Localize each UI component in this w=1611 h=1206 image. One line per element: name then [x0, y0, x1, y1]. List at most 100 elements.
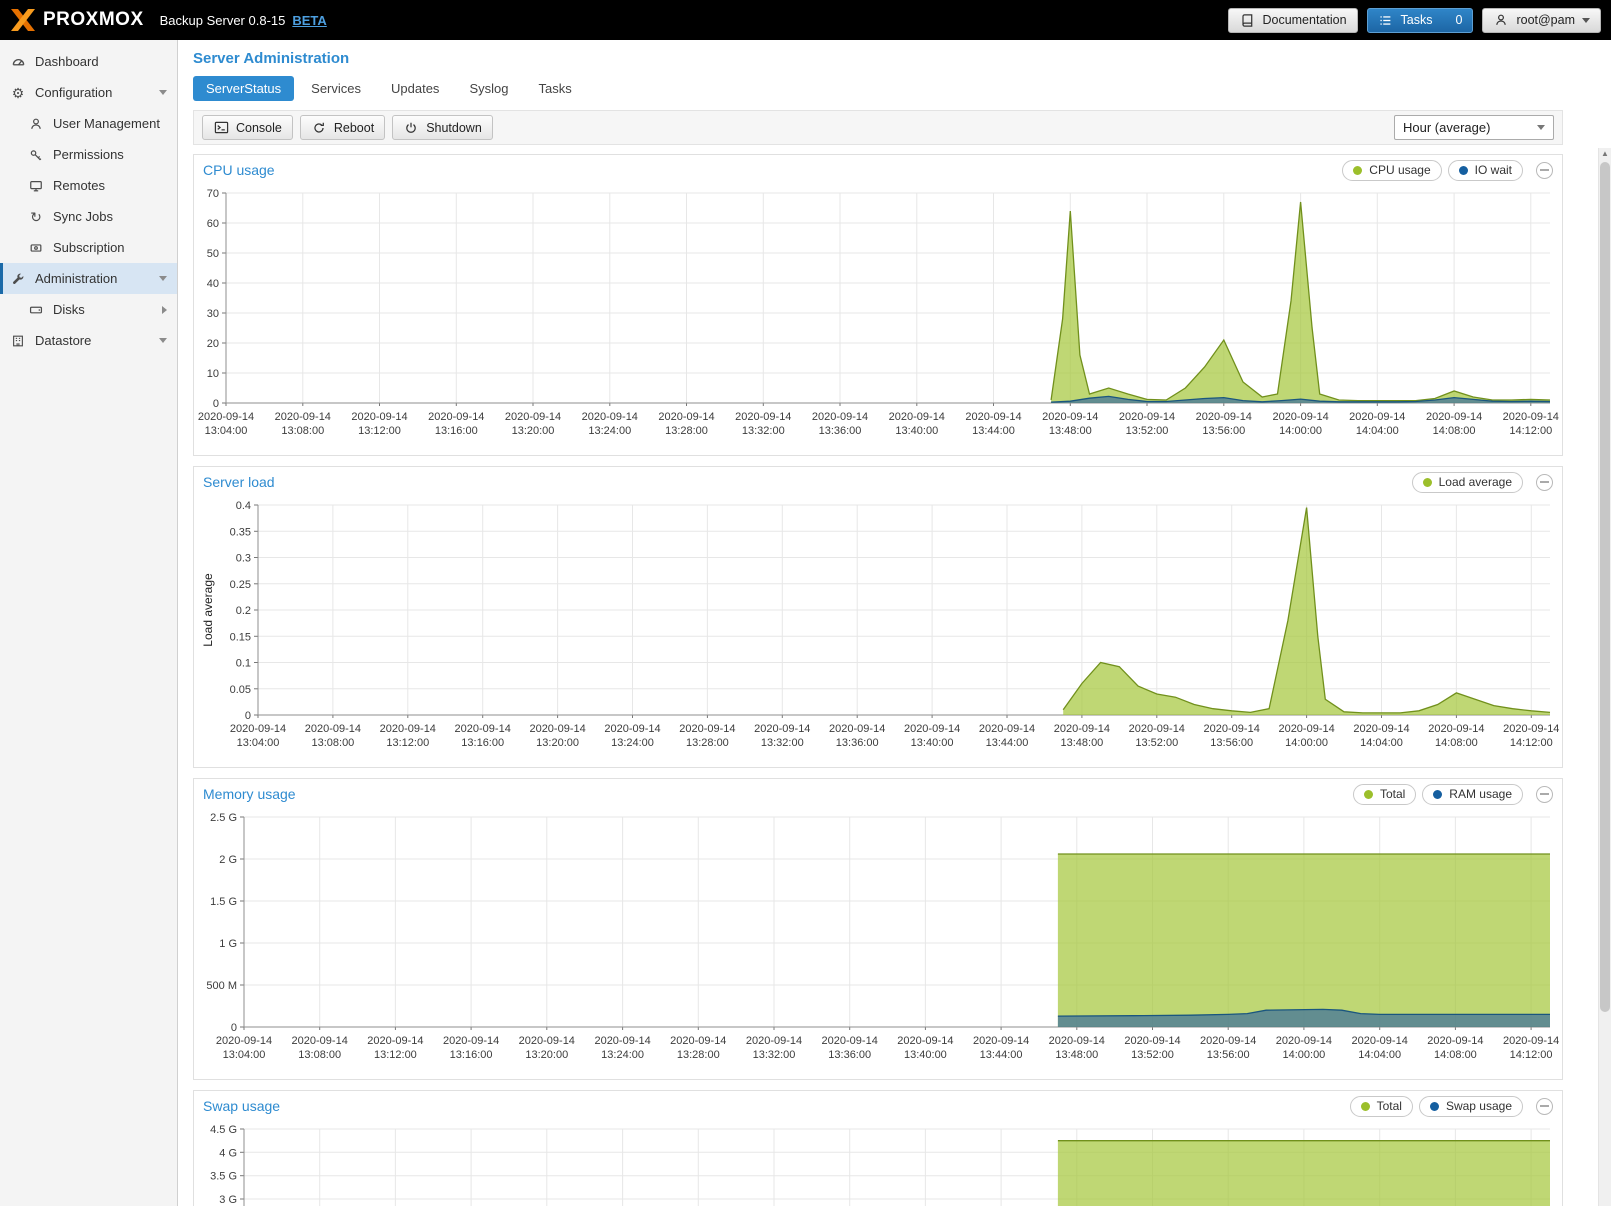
svg-text:2020-09-14: 2020-09-14	[1054, 723, 1110, 735]
sidebar: Dashboard ⚙ Configuration User Managemen…	[0, 40, 178, 1206]
svg-text:13:08:00: 13:08:00	[311, 737, 354, 749]
legend-dot	[1433, 790, 1442, 799]
legend-item-load-average[interactable]: Load average	[1412, 472, 1523, 493]
svg-text:2020-09-14: 2020-09-14	[529, 723, 585, 735]
collapse-panel-icon[interactable]	[1536, 1098, 1553, 1115]
legend: Total RAM usage	[1353, 784, 1553, 805]
svg-text:13:28:00: 13:28:00	[665, 425, 708, 437]
svg-text:13:28:00: 13:28:00	[686, 737, 729, 749]
svg-text:13:44:00: 13:44:00	[980, 1049, 1023, 1061]
legend-label: Swap usage	[1446, 1099, 1512, 1113]
svg-text:2020-09-14: 2020-09-14	[1204, 723, 1260, 735]
svg-text:14:04:00: 14:04:00	[1360, 737, 1403, 749]
scrollbar-thumb[interactable]	[1600, 162, 1610, 1012]
caret-right-icon[interactable]	[162, 306, 167, 314]
svg-text:2020-09-14: 2020-09-14	[455, 723, 511, 735]
legend-item-total[interactable]: Total	[1353, 784, 1416, 805]
panel-title: Swap usage	[203, 1098, 280, 1114]
scroll-up-arrow[interactable]: ▲	[1599, 149, 1611, 158]
svg-text:13:56:00: 13:56:00	[1207, 1049, 1250, 1061]
tachometer-icon	[10, 54, 26, 69]
svg-text:13:40:00: 13:40:00	[904, 1049, 947, 1061]
swap-usage-chart: 2020-09-1413:04:002020-09-1413:08:002020…	[194, 1121, 1560, 1206]
tab-syslog[interactable]: Syslog	[456, 76, 521, 101]
svg-text:13:24:00: 13:24:00	[601, 1049, 644, 1061]
legend-dot	[1361, 1102, 1370, 1111]
sidebar-item-configuration[interactable]: ⚙ Configuration	[0, 77, 177, 108]
svg-text:2020-09-14: 2020-09-14	[351, 411, 407, 423]
legend-label: RAM usage	[1449, 787, 1512, 801]
svg-text:2.5 G: 2.5 G	[210, 812, 237, 824]
sidebar-item-administration[interactable]: Administration	[0, 263, 177, 294]
wrench-icon	[10, 272, 26, 286]
sidebar-item-disks[interactable]: Disks	[0, 294, 177, 325]
user-menu-button[interactable]: root@pam	[1482, 8, 1601, 33]
svg-text:2020-09-14: 2020-09-14	[670, 1035, 726, 1047]
legend-item-io-wait[interactable]: IO wait	[1448, 160, 1523, 181]
svg-text:2020-09-14: 2020-09-14	[658, 411, 714, 423]
svg-text:2020-09-14: 2020-09-14	[973, 1035, 1029, 1047]
shutdown-label: Shutdown	[426, 121, 482, 135]
svg-text:2020-09-14: 2020-09-14	[1129, 723, 1185, 735]
shutdown-button[interactable]: Shutdown	[392, 115, 493, 140]
svg-text:2020-09-14: 2020-09-14	[679, 723, 735, 735]
legend-dot	[1423, 478, 1432, 487]
tab-tasks[interactable]: Tasks	[525, 76, 584, 101]
sidebar-item-datastore[interactable]: Datastore	[0, 325, 177, 356]
svg-text:14:04:00: 14:04:00	[1356, 425, 1399, 437]
svg-text:2020-09-14: 2020-09-14	[1353, 723, 1409, 735]
legend-label: Total	[1380, 787, 1405, 801]
svg-text:2 G: 2 G	[219, 854, 237, 866]
svg-text:13:48:00: 13:48:00	[1055, 1049, 1098, 1061]
reboot-button[interactable]: Reboot	[300, 115, 385, 140]
panel-title: Memory usage	[203, 786, 296, 802]
sidebar-item-permissions[interactable]: Permissions	[0, 139, 177, 170]
svg-text:2020-09-14: 2020-09-14	[1200, 1035, 1256, 1047]
svg-text:2020-09-14: 2020-09-14	[746, 1035, 802, 1047]
sidebar-item-subscription[interactable]: Subscription	[0, 232, 177, 263]
svg-text:13:52:00: 13:52:00	[1135, 737, 1178, 749]
vertical-scrollbar[interactable]: ▲	[1598, 148, 1611, 1206]
tab-services[interactable]: Services	[298, 76, 374, 101]
panel-header: CPU usage CPU usage IO wait	[194, 155, 1562, 185]
timeframe-select[interactable]: Hour (average)	[1394, 115, 1554, 140]
legend-item-cpu-usage[interactable]: CPU usage	[1342, 160, 1441, 181]
sidebar-item-user-management[interactable]: User Management	[0, 108, 177, 139]
tasks-button[interactable]: Tasks 0	[1367, 8, 1474, 33]
svg-text:2020-09-14: 2020-09-14	[1119, 411, 1175, 423]
sidebar-item-dashboard[interactable]: Dashboard	[0, 46, 177, 77]
svg-text:2020-09-14: 2020-09-14	[604, 723, 660, 735]
svg-text:2020-09-14: 2020-09-14	[889, 411, 945, 423]
svg-text:14:12:00: 14:12:00	[1510, 737, 1553, 749]
legend-item-swap-usage[interactable]: Swap usage	[1419, 1096, 1523, 1117]
collapse-panel-icon[interactable]	[1536, 786, 1553, 803]
svg-text:0.1: 0.1	[236, 658, 251, 670]
svg-text:2020-09-14: 2020-09-14	[1042, 411, 1098, 423]
caret-down-icon[interactable]	[159, 276, 167, 281]
sidebar-item-label: Configuration	[35, 85, 112, 100]
svg-text:4 G: 4 G	[219, 1147, 237, 1159]
sidebar-item-sync-jobs[interactable]: ↻ Sync Jobs	[0, 201, 177, 232]
legend-item-total[interactable]: Total	[1350, 1096, 1413, 1117]
legend-item-ram-usage[interactable]: RAM usage	[1422, 784, 1523, 805]
topbar: PROXMOX Backup Server 0.8-15 BETA Docume…	[0, 0, 1611, 40]
product-name: PROXMOX	[43, 9, 144, 31]
tab-serverstatus[interactable]: ServerStatus	[193, 76, 294, 101]
svg-text:13:04:00: 13:04:00	[205, 425, 248, 437]
beta-link[interactable]: BETA	[292, 13, 326, 28]
caret-down-icon[interactable]	[159, 90, 167, 95]
collapse-panel-icon[interactable]	[1536, 474, 1553, 491]
console-button[interactable]: Console	[202, 115, 293, 140]
svg-text:2020-09-14: 2020-09-14	[735, 411, 791, 423]
tab-updates[interactable]: Updates	[378, 76, 452, 101]
svg-text:2020-09-14: 2020-09-14	[230, 723, 286, 735]
power-icon	[403, 121, 419, 135]
proxmox-logo: PROXMOX	[10, 8, 144, 32]
svg-text:13:40:00: 13:40:00	[911, 737, 954, 749]
documentation-button[interactable]: Documentation	[1228, 8, 1357, 33]
caret-down-icon[interactable]	[159, 338, 167, 343]
collapse-panel-icon[interactable]	[1536, 162, 1553, 179]
sidebar-item-remotes[interactable]: Remotes	[0, 170, 177, 201]
svg-text:2020-09-14: 2020-09-14	[367, 1035, 423, 1047]
svg-text:30: 30	[207, 308, 219, 320]
